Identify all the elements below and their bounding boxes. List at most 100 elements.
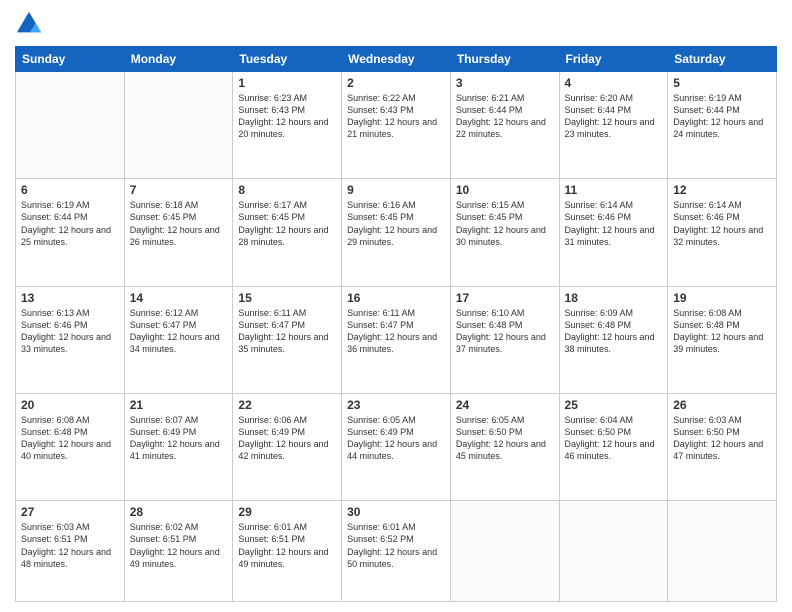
day-info: Sunrise: 6:03 AMSunset: 6:50 PMDaylight:…	[673, 414, 771, 463]
calendar-week-row: 6 Sunrise: 6:19 AMSunset: 6:44 PMDaylight…	[16, 179, 777, 286]
calendar-cell: 27 Sunrise: 6:03 AMSunset: 6:51 PMDayligh…	[16, 501, 125, 602]
page: SundayMondayTuesdayWednesdayThursdayFrid…	[0, 0, 792, 612]
day-info: Sunrise: 6:18 AMSunset: 6:45 PMDaylight:…	[130, 199, 228, 248]
day-info: Sunrise: 6:11 AMSunset: 6:47 PMDaylight:…	[238, 307, 336, 356]
calendar-week-row: 13 Sunrise: 6:13 AMSunset: 6:46 PMDayligh…	[16, 286, 777, 393]
calendar-cell: 11 Sunrise: 6:14 AMSunset: 6:46 PMDayligh…	[559, 179, 668, 286]
calendar-cell: 2 Sunrise: 6:22 AMSunset: 6:43 PMDaylight…	[342, 72, 451, 179]
day-number: 28	[130, 505, 228, 519]
day-info: Sunrise: 6:14 AMSunset: 6:46 PMDaylight:…	[673, 199, 771, 248]
day-info: Sunrise: 6:02 AMSunset: 6:51 PMDaylight:…	[130, 521, 228, 570]
calendar-cell: 1 Sunrise: 6:23 AMSunset: 6:43 PMDaylight…	[233, 72, 342, 179]
calendar-header-sunday: Sunday	[16, 47, 125, 72]
day-number: 30	[347, 505, 445, 519]
day-number: 2	[347, 76, 445, 90]
day-info: Sunrise: 6:08 AMSunset: 6:48 PMDaylight:…	[21, 414, 119, 463]
calendar-cell	[450, 501, 559, 602]
day-info: Sunrise: 6:01 AMSunset: 6:51 PMDaylight:…	[238, 521, 336, 570]
calendar-header-thursday: Thursday	[450, 47, 559, 72]
calendar-cell: 25 Sunrise: 6:04 AMSunset: 6:50 PMDayligh…	[559, 393, 668, 500]
day-info: Sunrise: 6:22 AMSunset: 6:43 PMDaylight:…	[347, 92, 445, 141]
day-info: Sunrise: 6:05 AMSunset: 6:50 PMDaylight:…	[456, 414, 554, 463]
calendar-cell: 4 Sunrise: 6:20 AMSunset: 6:44 PMDaylight…	[559, 72, 668, 179]
day-number: 29	[238, 505, 336, 519]
day-number: 17	[456, 291, 554, 305]
calendar-cell: 16Sunrise: 6:11 AMSunset: 6:47 PMDayligh…	[342, 286, 451, 393]
day-number: 1	[238, 76, 336, 90]
day-info: Sunrise: 6:15 AMSunset: 6:45 PMDaylight:…	[456, 199, 554, 248]
day-info: Sunrise: 6:06 AMSunset: 6:49 PMDaylight:…	[238, 414, 336, 463]
calendar-cell: 30 Sunrise: 6:01 AMSunset: 6:52 PMDayligh…	[342, 501, 451, 602]
day-info: Sunrise: 6:09 AMSunset: 6:48 PMDaylight:…	[565, 307, 663, 356]
day-info: Sunrise: 6:03 AMSunset: 6:51 PMDaylight:…	[21, 521, 119, 570]
calendar-cell	[559, 501, 668, 602]
calendar-cell: 17 Sunrise: 6:10 AMSunset: 6:48 PMDayligh…	[450, 286, 559, 393]
day-number: 11	[565, 183, 663, 197]
day-info: Sunrise: 6:14 AMSunset: 6:46 PMDaylight:…	[565, 199, 663, 248]
day-number: 6	[21, 183, 119, 197]
calendar-header-wednesday: Wednesday	[342, 47, 451, 72]
calendar-cell: 12 Sunrise: 6:14 AMSunset: 6:46 PMDayligh…	[668, 179, 777, 286]
day-info: Sunrise: 6:08 AMSunset: 6:48 PMDaylight:…	[673, 307, 771, 356]
day-info: Sunrise: 6:17 AMSunset: 6:45 PMDaylight:…	[238, 199, 336, 248]
calendar-cell: 8 Sunrise: 6:17 AMSunset: 6:45 PMDaylight…	[233, 179, 342, 286]
calendar-cell: 19Sunrise: 6:08 AMSunset: 6:48 PMDayligh…	[668, 286, 777, 393]
calendar-cell: 22 Sunrise: 6:06 AMSunset: 6:49 PMDayligh…	[233, 393, 342, 500]
day-info: Sunrise: 6:12 AMSunset: 6:47 PMDaylight:…	[130, 307, 228, 356]
logo-icon	[15, 10, 43, 38]
day-number: 5	[673, 76, 771, 90]
day-info: Sunrise: 6:20 AMSunset: 6:44 PMDaylight:…	[565, 92, 663, 141]
day-number: 21	[130, 398, 228, 412]
day-info: Sunrise: 6:10 AMSunset: 6:48 PMDaylight:…	[456, 307, 554, 356]
day-info: Sunrise: 6:16 AMSunset: 6:45 PMDaylight:…	[347, 199, 445, 248]
calendar-cell: 7 Sunrise: 6:18 AMSunset: 6:45 PMDaylight…	[124, 179, 233, 286]
day-number: 20	[21, 398, 119, 412]
day-number: 12	[673, 183, 771, 197]
day-number: 18	[565, 291, 663, 305]
day-number: 22	[238, 398, 336, 412]
calendar-cell: 15 Sunrise: 6:11 AMSunset: 6:47 PMDayligh…	[233, 286, 342, 393]
calendar-cell: 24Sunrise: 6:05 AMSunset: 6:50 PMDayligh…	[450, 393, 559, 500]
calendar-cell: 18 Sunrise: 6:09 AMSunset: 6:48 PMDayligh…	[559, 286, 668, 393]
day-info: Sunrise: 6:23 AMSunset: 6:43 PMDaylight:…	[238, 92, 336, 141]
calendar-cell: 23Sunrise: 6:05 AMSunset: 6:49 PMDayligh…	[342, 393, 451, 500]
calendar-cell: 26 Sunrise: 6:03 AMSunset: 6:50 PMDayligh…	[668, 393, 777, 500]
calendar-header-row: SundayMondayTuesdayWednesdayThursdayFrid…	[16, 47, 777, 72]
day-number: 3	[456, 76, 554, 90]
calendar-cell: 5 Sunrise: 6:19 AMSunset: 6:44 PMDaylight…	[668, 72, 777, 179]
day-info: Sunrise: 6:13 AMSunset: 6:46 PMDaylight:…	[21, 307, 119, 356]
calendar-header-saturday: Saturday	[668, 47, 777, 72]
calendar-cell: 3 Sunrise: 6:21 AMSunset: 6:44 PMDaylight…	[450, 72, 559, 179]
day-info: Sunrise: 6:19 AMSunset: 6:44 PMDaylight:…	[673, 92, 771, 141]
logo	[15, 10, 47, 38]
day-number: 9	[347, 183, 445, 197]
calendar-cell	[124, 72, 233, 179]
day-info: Sunrise: 6:19 AMSunset: 6:44 PMDaylight:…	[21, 199, 119, 248]
header	[15, 10, 777, 38]
day-number: 25	[565, 398, 663, 412]
calendar-week-row: 1 Sunrise: 6:23 AMSunset: 6:43 PMDaylight…	[16, 72, 777, 179]
calendar-header-tuesday: Tuesday	[233, 47, 342, 72]
day-number: 15	[238, 291, 336, 305]
day-number: 26	[673, 398, 771, 412]
day-number: 7	[130, 183, 228, 197]
calendar-week-row: 20 Sunrise: 6:08 AMSunset: 6:48 PMDayligh…	[16, 393, 777, 500]
day-info: Sunrise: 6:21 AMSunset: 6:44 PMDaylight:…	[456, 92, 554, 141]
calendar-cell: 10Sunrise: 6:15 AMSunset: 6:45 PMDayligh…	[450, 179, 559, 286]
calendar-cell: 29 Sunrise: 6:01 AMSunset: 6:51 PMDayligh…	[233, 501, 342, 602]
day-number: 16	[347, 291, 445, 305]
calendar-week-row: 27 Sunrise: 6:03 AMSunset: 6:51 PMDayligh…	[16, 501, 777, 602]
day-number: 8	[238, 183, 336, 197]
day-number: 4	[565, 76, 663, 90]
day-number: 13	[21, 291, 119, 305]
calendar-cell	[668, 501, 777, 602]
day-number: 27	[21, 505, 119, 519]
calendar-cell: 21Sunrise: 6:07 AMSunset: 6:49 PMDayligh…	[124, 393, 233, 500]
day-info: Sunrise: 6:04 AMSunset: 6:50 PMDaylight:…	[565, 414, 663, 463]
calendar-table: SundayMondayTuesdayWednesdayThursdayFrid…	[15, 46, 777, 602]
calendar-cell: 14 Sunrise: 6:12 AMSunset: 6:47 PMDayligh…	[124, 286, 233, 393]
calendar-header-friday: Friday	[559, 47, 668, 72]
calendar-cell: 20 Sunrise: 6:08 AMSunset: 6:48 PMDayligh…	[16, 393, 125, 500]
day-number: 14	[130, 291, 228, 305]
day-info: Sunrise: 6:01 AMSunset: 6:52 PMDaylight:…	[347, 521, 445, 570]
